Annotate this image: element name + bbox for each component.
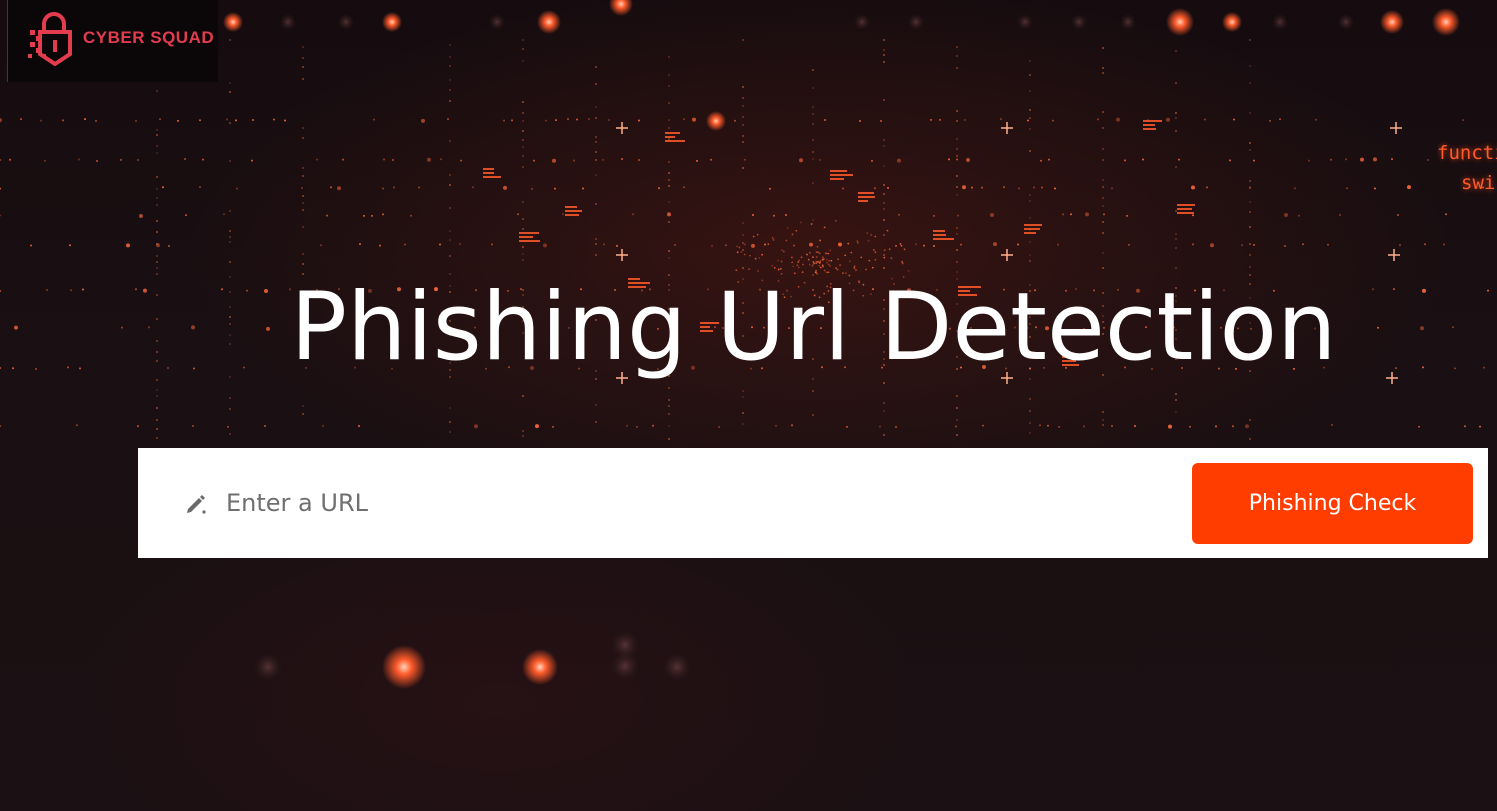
pencil-icon <box>187 495 206 514</box>
code-line: swi <box>1461 172 1496 194</box>
code-line: functi <box>1437 142 1497 164</box>
digital-particle-background <box>0 0 1489 689</box>
background-code-snippet: functi swi <box>1437 138 1497 198</box>
phishing-check-button[interactable]: Phishing Check <box>1192 463 1473 544</box>
brand-logo[interactable]: CYBER SQUAD <box>7 0 218 82</box>
page: CYBER SQUAD functi swi Phishing Url Dete… <box>0 0 1497 811</box>
padlock-icon <box>28 12 72 66</box>
url-input[interactable] <box>220 480 1182 526</box>
brand-name: CYBER SQUAD <box>83 28 215 47</box>
url-search-bar: Phishing Check <box>138 448 1488 558</box>
page-title: Phishing Url Detection <box>290 273 1337 382</box>
